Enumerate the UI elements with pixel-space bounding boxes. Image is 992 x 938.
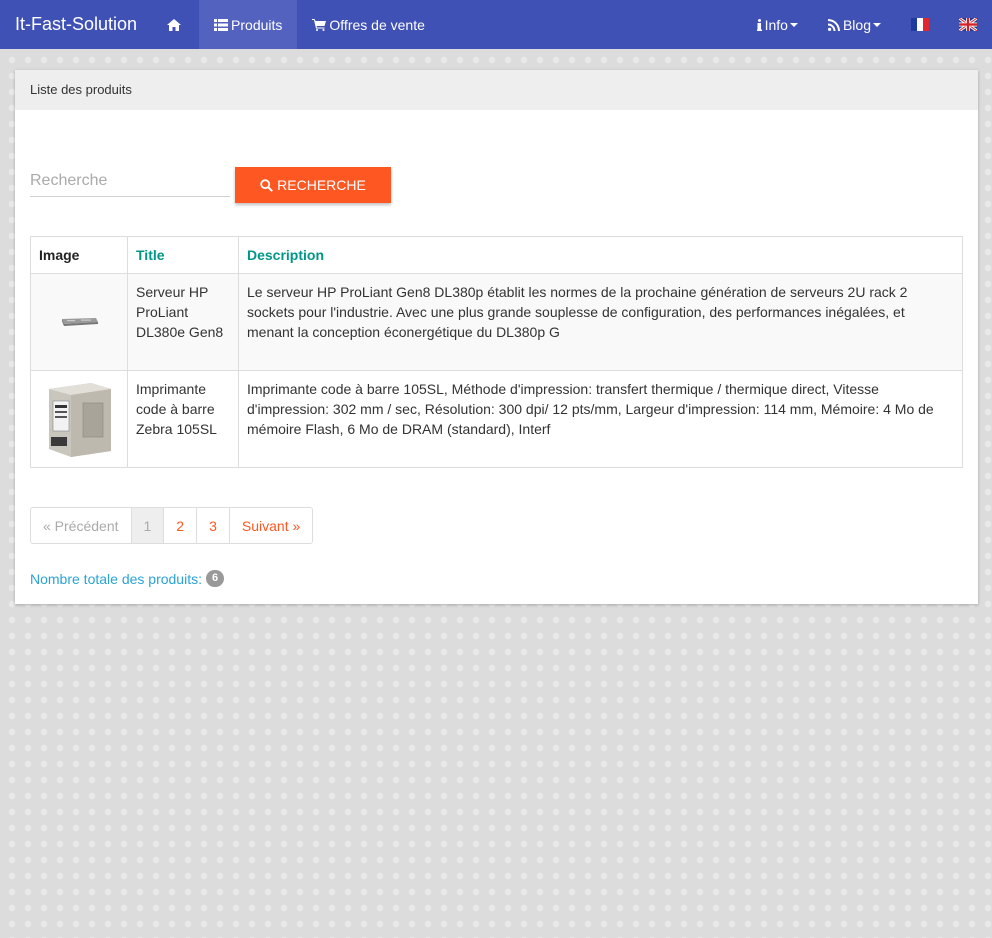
product-image-cell	[30, 370, 128, 468]
home-icon	[167, 18, 182, 31]
product-title: Serveur HP ProLiant DL380e Gen8	[127, 273, 239, 371]
flag-uk-icon	[959, 18, 977, 31]
chevron-down-icon	[789, 22, 798, 27]
printer-image[interactable]	[39, 379, 119, 459]
lang-en[interactable]	[944, 0, 992, 49]
product-image-cell	[30, 273, 128, 371]
total-count-badge: 6	[205, 570, 225, 587]
search-row: RECHERCHE	[30, 163, 391, 203]
nav-right: Info Blog	[742, 0, 992, 49]
nav-produits[interactable]: Produits	[199, 0, 298, 49]
search-icon	[260, 178, 274, 192]
total-products: Nombre totale des produits: 6	[30, 570, 225, 587]
product-list-panel: Liste des produits RECHERCHE Image Title…	[15, 70, 978, 604]
top-navbar: It-Fast-Solution Produits Offres de vent…	[0, 0, 992, 49]
lang-fr[interactable]	[896, 0, 944, 49]
table-row[interactable]: Serveur HP ProLiant DL380e Gen8 Le serve…	[30, 273, 963, 371]
nav-blog-dropdown[interactable]: Blog	[813, 0, 896, 49]
info-icon	[756, 18, 762, 31]
panel-title: Liste des produits	[15, 70, 978, 110]
flag-fr-icon	[911, 18, 929, 31]
header-description[interactable]: Description	[238, 236, 963, 274]
chevron-down-icon	[873, 22, 881, 27]
brand-link[interactable]: It-Fast-Solution	[0, 0, 152, 49]
pagination-next[interactable]: Suivant »	[228, 507, 314, 544]
nav-info-dropdown[interactable]: Info	[742, 0, 813, 49]
nav-offres-label: Offres de vente	[329, 16, 425, 33]
pagination-prev[interactable]: « Précédent	[30, 507, 132, 544]
search-button[interactable]: RECHERCHE	[235, 167, 391, 203]
header-image: Image	[30, 236, 128, 274]
table-header-row: Image Title Description	[30, 236, 963, 274]
nav-produits-label: Produits	[231, 16, 283, 33]
nav-offres[interactable]: Offres de vente	[297, 0, 439, 49]
product-description: Le serveur HP ProLiant Gen8 DL380p établ…	[238, 273, 963, 371]
search-input[interactable]	[30, 165, 230, 197]
server-image[interactable]	[39, 282, 119, 362]
nav-home[interactable]	[152, 0, 199, 49]
total-products-label: Nombre totale des produits:	[30, 570, 202, 587]
pagination-page-1[interactable]: 1	[130, 507, 165, 544]
pagination: « Précédent 1 2 3 Suivant »	[30, 507, 314, 544]
header-title[interactable]: Title	[127, 236, 239, 274]
list-icon	[214, 18, 229, 31]
product-description: Imprimante code à barre 105SL, Méthode d…	[238, 370, 963, 468]
nav-info-label: Info	[764, 16, 788, 33]
nav-blog-label: Blog	[842, 16, 871, 33]
products-table: Image Title Description Serveur HP ProLi…	[30, 236, 963, 468]
product-title: Imprimante code à barre Zebra 105SL	[127, 370, 239, 468]
pagination-page-2[interactable]: 2	[163, 507, 198, 544]
pagination-page-3[interactable]: 3	[196, 507, 230, 544]
rss-icon	[827, 18, 840, 31]
cart-icon	[312, 18, 327, 31]
search-button-label: RECHERCHE	[277, 177, 366, 193]
table-row[interactable]: Imprimante code à barre Zebra 105SL Impr…	[30, 370, 963, 468]
